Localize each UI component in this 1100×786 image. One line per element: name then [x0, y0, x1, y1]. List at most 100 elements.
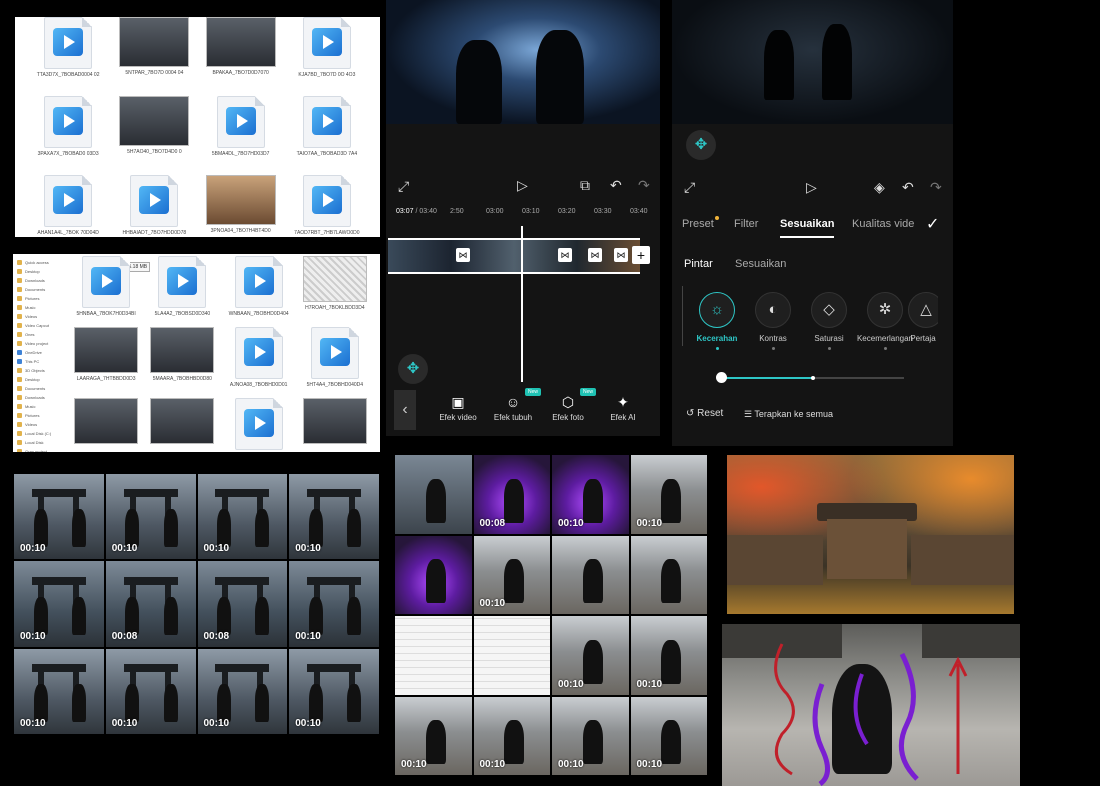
file-icon[interactable]: [68, 398, 144, 452]
fullscreen-icon[interactable]: ⤢: [398, 178, 409, 195]
file-icon[interactable]: 5LA4A2_7BOBSD0D340: [144, 256, 220, 317]
video-track[interactable]: [388, 238, 640, 274]
back-button[interactable]: ‹: [394, 390, 416, 430]
sidebar-item[interactable]: Local Disk: [17, 438, 61, 447]
tab-preset[interactable]: Preset: [682, 218, 714, 230]
file-icon[interactable]: AJNOA08_7BOBHD0D01: [221, 327, 297, 388]
file-icon[interactable]: 5H7AO40_7BO7D4D0 0: [111, 96, 197, 157]
apply-all-button[interactable]: ☰ Terapkan ke semua: [744, 409, 833, 420]
sidebar-item[interactable]: Video project: [17, 339, 61, 348]
video-clip[interactable]: [552, 535, 629, 614]
tab-sesuaikan[interactable]: Sesuaikan: [780, 218, 834, 230]
file-icon[interactable]: AHAN1A4L_7BOK 70D04D: [25, 175, 111, 236]
video-clip[interactable]: 00:10: [473, 535, 550, 614]
file-icon[interactable]: WNBAAN_7BOBHD0D404: [221, 256, 297, 317]
video-clip[interactable]: 00:10: [552, 616, 629, 695]
redo-icon[interactable]: ↷: [930, 179, 942, 196]
reset-button[interactable]: ↺ Reset: [686, 408, 723, 419]
file-icon[interactable]: 7AOD7RBT_7HB7LAWO0D0: [284, 175, 370, 236]
sidebar-item[interactable]: Gran project: [17, 447, 61, 452]
subtab-sesuaikan[interactable]: Sesuaikan: [735, 258, 786, 270]
file-icon[interactable]: [297, 398, 373, 452]
sidebar-item[interactable]: Videos: [17, 312, 61, 321]
file-icon[interactable]: 5HT4A4_7BOBHD040D4: [297, 327, 373, 388]
video-clip[interactable]: 00:10: [630, 455, 707, 534]
sidebar-item[interactable]: Videos: [17, 420, 61, 429]
file-icon[interactable]: 3PAXA7X_7BOBAD0 03D3: [25, 96, 111, 157]
capcut-logo-icon[interactable]: ✥: [398, 354, 428, 384]
video-clip[interactable]: 00:10: [14, 474, 104, 560]
sidebar-item[interactable]: Music: [17, 303, 61, 312]
sidebar-item[interactable]: This PC: [17, 357, 61, 366]
sidebar-item[interactable]: Local Disk (C:): [17, 429, 61, 438]
video-clip[interactable]: 00:08: [197, 561, 288, 647]
file-icon[interactable]: TTA3D7X_7BOBAD0004 02: [25, 17, 111, 78]
keyframe-icon[interactable]: ⧉: [580, 177, 590, 194]
video-clip[interactable]: [473, 616, 550, 695]
confirm-check-icon[interactable]: ✓: [926, 214, 939, 234]
sidebar-item[interactable]: Downloads: [17, 393, 61, 402]
transition-icon[interactable]: ⋈: [588, 248, 602, 262]
video-clip[interactable]: 00:08: [105, 561, 196, 647]
file-icon[interactable]: 3PNOA04_7BO7H4BT4D0: [198, 175, 284, 236]
transition-icon[interactable]: ⋈: [558, 248, 572, 262]
keyframe-icon[interactable]: ◈: [874, 179, 885, 196]
video-clip[interactable]: 00:08: [473, 455, 550, 534]
redo-icon[interactable]: ↷: [638, 177, 650, 194]
sidebar-item[interactable]: Documents: [17, 384, 61, 393]
video-clip[interactable]: 00:10: [289, 648, 379, 734]
capcut-logo-icon[interactable]: ✥: [686, 130, 716, 160]
video-clip[interactable]: 00:10: [289, 561, 379, 647]
file-icon[interactable]: [144, 398, 220, 452]
file-icon[interactable]: 5BMA4DL_7BO7HD03D7: [198, 96, 284, 157]
sidebar-item[interactable]: 3D Objects: [17, 366, 61, 375]
video-clip[interactable]: 00:10: [14, 561, 104, 647]
video-clip[interactable]: 00:10: [105, 474, 196, 560]
video-clip[interactable]: 00:10: [395, 696, 472, 775]
video-clip[interactable]: [630, 535, 707, 614]
tool-efek-video[interactable]: ▣ Efek video: [428, 394, 488, 422]
sidebar-item[interactable]: Quick access: [17, 258, 61, 267]
play-icon[interactable]: ▷: [517, 177, 528, 194]
video-clip[interactable]: 00:10: [552, 455, 629, 534]
video-clip[interactable]: 00:10: [289, 474, 379, 560]
file-icon[interactable]: H7ROAH_7BOKLBDD3D4: [297, 256, 373, 317]
file-icon[interactable]: HHBAIADT_7BO7HDD0D78: [111, 175, 197, 236]
add-clip-button[interactable]: +: [632, 246, 650, 264]
tool-efek-foto[interactable]: ⬡ Efek foto New: [538, 388, 598, 422]
video-clip[interactable]: 00:10: [197, 474, 288, 560]
video-clip[interactable]: [395, 535, 472, 614]
file-icon[interactable]: 5MAARA_7BOBHBD0D80: [144, 327, 220, 388]
undo-icon[interactable]: ↶: [902, 179, 914, 196]
video-clip[interactable]: 00:10: [473, 696, 550, 775]
adjust-pertaja[interactable]: △ Pertaja: [908, 292, 938, 343]
file-icon[interactable]: KJA7BD_7BO7D 0O 4O3: [284, 17, 370, 78]
playhead[interactable]: [521, 226, 523, 382]
tool-efek-tubuh[interactable]: ☺ Efek tubuh New: [483, 388, 543, 422]
sidebar-item[interactable]: Desktop: [17, 375, 61, 384]
video-clip[interactable]: 00:10: [197, 648, 288, 734]
file-icon[interactable]: 5HNBAA_7BOK7H0D34BI: [68, 256, 144, 317]
video-clip[interactable]: 00:10: [630, 696, 707, 775]
undo-icon[interactable]: ↶: [610, 177, 622, 194]
play-icon[interactable]: ▷: [806, 179, 817, 196]
tab-filter[interactable]: Filter: [734, 218, 758, 230]
file-icon[interactable]: LAARAGA_7HTBBDD0D3: [68, 327, 144, 388]
video-clip[interactable]: 00:10: [14, 648, 104, 734]
tab-kualitas[interactable]: Kualitas vide: [852, 218, 914, 230]
sidebar-item[interactable]: Downloads: [17, 276, 61, 285]
sidebar-item[interactable]: Pictures: [17, 294, 61, 303]
file-icon[interactable]: BPAKAA_7BO7D0D7070: [198, 17, 284, 78]
file-icon[interactable]: [221, 398, 297, 452]
tool-efek-ai[interactable]: ✦ Efek AI: [593, 394, 653, 422]
sidebar-item[interactable]: OneDrive: [17, 348, 61, 357]
subtab-pintar[interactable]: Pintar: [684, 258, 713, 270]
sidebar-item[interactable]: Desktop: [17, 267, 61, 276]
video-clip[interactable]: 00:10: [552, 696, 629, 775]
file-icon[interactable]: 5NTPAR_7BO7D 0004 04: [111, 17, 197, 78]
video-clip[interactable]: [395, 455, 472, 534]
sidebar-item[interactable]: Video Capcut: [17, 321, 61, 330]
sidebar-item[interactable]: Pictures: [17, 411, 61, 420]
video-clip[interactable]: 00:10: [630, 616, 707, 695]
video-clip[interactable]: [395, 616, 472, 695]
